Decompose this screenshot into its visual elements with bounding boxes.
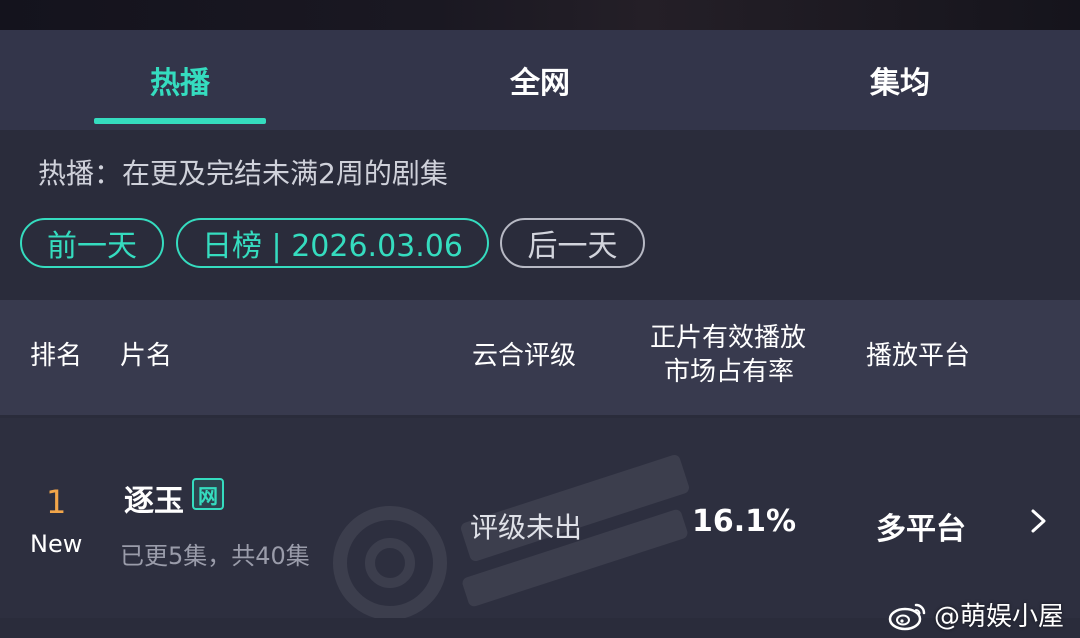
header-share-line1: 正片有效播放 xyxy=(650,323,807,353)
network-drama-badge: 网 xyxy=(192,478,224,510)
tab-per-episode[interactable]: 集均 xyxy=(720,30,1080,130)
header-title: 片名 xyxy=(120,341,173,371)
new-badge: New xyxy=(30,530,83,558)
rank-number: 1 xyxy=(46,483,67,521)
weibo-watermark: @萌娱小屋 xyxy=(888,596,1064,633)
tab-all-network[interactable]: 全网 xyxy=(360,30,720,130)
prev-day-button[interactable]: 前一天 xyxy=(20,218,164,268)
table-row[interactable]: 1 New 逐玉 网 已更5集，共40集 评级未出 16.1% 多平台 xyxy=(0,418,1080,618)
episode-count: 已更5集，共40集 xyxy=(120,542,310,570)
table-header: 排名 片名 云合评级 正片有效播放 市场占有率 播放平台 xyxy=(0,300,1080,415)
current-date-selector[interactable]: 日榜 | 2026.03.06 xyxy=(176,218,489,268)
header-platform: 播放平台 xyxy=(866,341,971,371)
chevron-right-icon[interactable] xyxy=(1028,508,1050,534)
tab-bar: 热播 全网 集均 xyxy=(0,30,1080,130)
active-tab-indicator xyxy=(94,118,266,124)
weibo-account-name: @萌娱小屋 xyxy=(934,602,1065,632)
top-image-strip xyxy=(0,0,1080,30)
show-title[interactable]: 逐玉 xyxy=(124,476,184,520)
next-day-button[interactable]: 后一天 xyxy=(500,218,645,268)
rating-value: 评级未出 xyxy=(470,511,583,544)
header-share-line2: 市场占有率 xyxy=(664,357,795,387)
header-rating: 云合评级 xyxy=(472,341,577,371)
tab-hot[interactable]: 热播 xyxy=(0,30,360,130)
platform-value: 多平台 xyxy=(876,512,966,547)
weibo-icon xyxy=(888,603,926,630)
header-rank: 排名 xyxy=(30,341,83,371)
ranking-description: 热播：在更及完结未满2周的剧集 xyxy=(38,157,448,190)
market-share-value: 16.1% xyxy=(692,504,797,539)
